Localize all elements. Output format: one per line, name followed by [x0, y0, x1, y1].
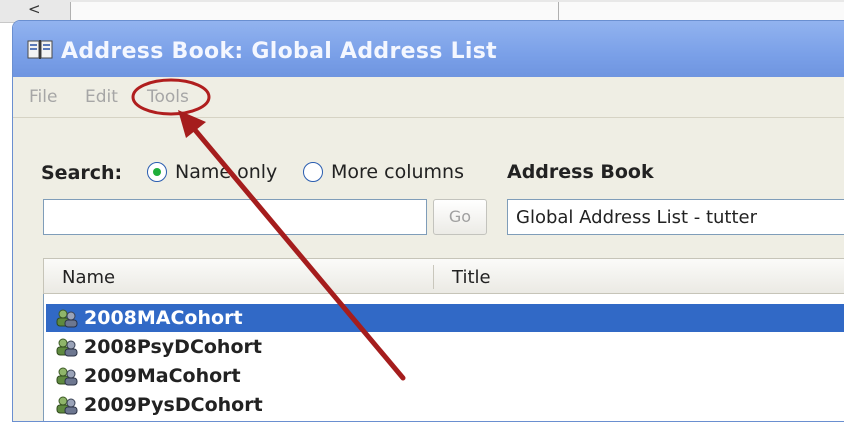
row-name: 2009MaCohort	[84, 365, 241, 387]
list-row[interactable]: 2008MACohort	[46, 304, 844, 332]
radio-selected-dot	[153, 168, 161, 176]
menu-tools[interactable]: Tools	[147, 87, 189, 107]
menu-file[interactable]: File	[29, 87, 57, 107]
search-input[interactable]	[43, 199, 427, 235]
distribution-group-icon	[56, 367, 78, 386]
background-field	[70, 2, 559, 20]
list-row[interactable]: 2009PysDCohort	[46, 391, 844, 419]
radio-more-columns[interactable]	[303, 162, 323, 182]
list-row[interactable]: 2008PsyDCohort	[46, 333, 844, 361]
title-bar: Address Book: Global Address List	[13, 21, 844, 77]
list-row[interactable]: 2009MaCohort	[46, 362, 844, 390]
address-book-icon	[27, 40, 53, 59]
background-field-2	[558, 2, 844, 20]
row-name: 2008PsyDCohort	[84, 336, 262, 358]
menu-bar: File Edit Tools	[13, 77, 844, 118]
search-label: Search:	[41, 162, 123, 184]
address-list: 2008MACohort 2008PsyDCohort 2009MaCohort…	[43, 294, 844, 421]
list-header: Name Title	[43, 258, 844, 294]
row-name: 2009PysDCohort	[84, 394, 263, 416]
window-title: Address Book: Global Address List	[61, 39, 497, 64]
go-button[interactable]: Go	[433, 199, 487, 235]
address-book-label: Address Book	[507, 161, 654, 183]
address-book-window: Address Book: Global Address List File E…	[12, 20, 844, 422]
distribution-group-icon	[56, 338, 78, 357]
radio-name-only[interactable]	[147, 162, 167, 182]
dialog-content: Search: Name only More columns Address B…	[13, 118, 844, 421]
column-separator[interactable]	[433, 265, 434, 289]
menu-edit[interactable]: Edit	[85, 87, 118, 107]
address-book-select[interactable]: Global Address List - tutter	[507, 199, 844, 235]
distribution-group-icon	[56, 396, 78, 415]
column-name-header[interactable]: Name	[62, 267, 115, 288]
row-name: 2008MACohort	[84, 307, 243, 329]
distribution-group-icon	[56, 309, 78, 328]
column-title-header[interactable]: Title	[452, 267, 491, 288]
radio-more-columns-label[interactable]: More columns	[331, 161, 464, 183]
back-chevron-icon[interactable]: <	[28, 0, 41, 18]
radio-name-only-label[interactable]: Name only	[175, 161, 277, 183]
